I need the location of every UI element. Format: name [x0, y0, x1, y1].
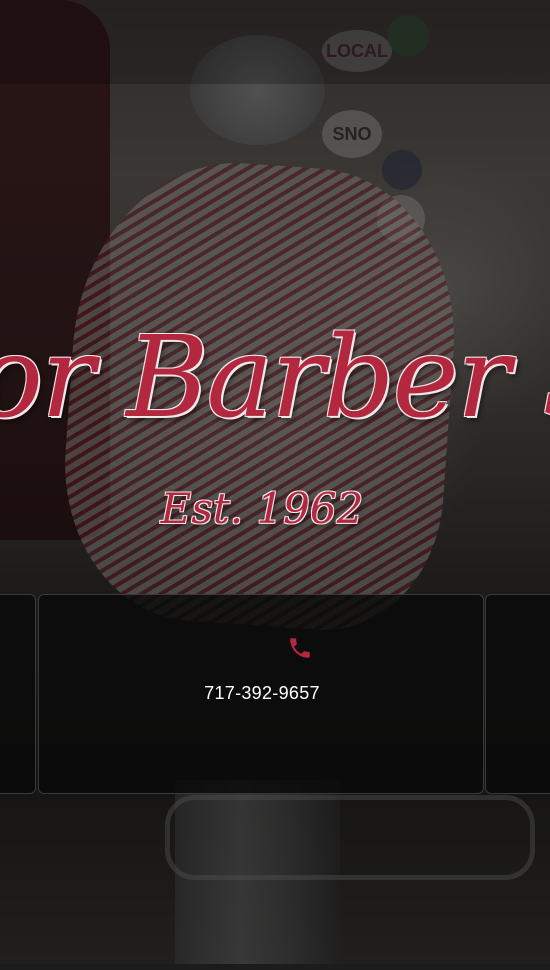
info-card-phone[interactable]: 717-392-9657 [38, 594, 484, 794]
bottom-strip [0, 964, 550, 970]
hero-established: Est. 1962 [160, 484, 364, 533]
info-card-previous[interactable] [0, 594, 36, 794]
info-cards-row: 717-392-9657 [0, 594, 550, 796]
page: LOCAL SNO Manor Barber Shop Est. 1962 71… [0, 0, 550, 970]
hero-title: Manor Barber Shop [0, 313, 550, 443]
header-bar [0, 0, 550, 84]
phone-number-link[interactable]: 717-392-9657 [39, 683, 485, 704]
info-card-next[interactable] [485, 594, 550, 794]
phone-icon [290, 638, 310, 658]
